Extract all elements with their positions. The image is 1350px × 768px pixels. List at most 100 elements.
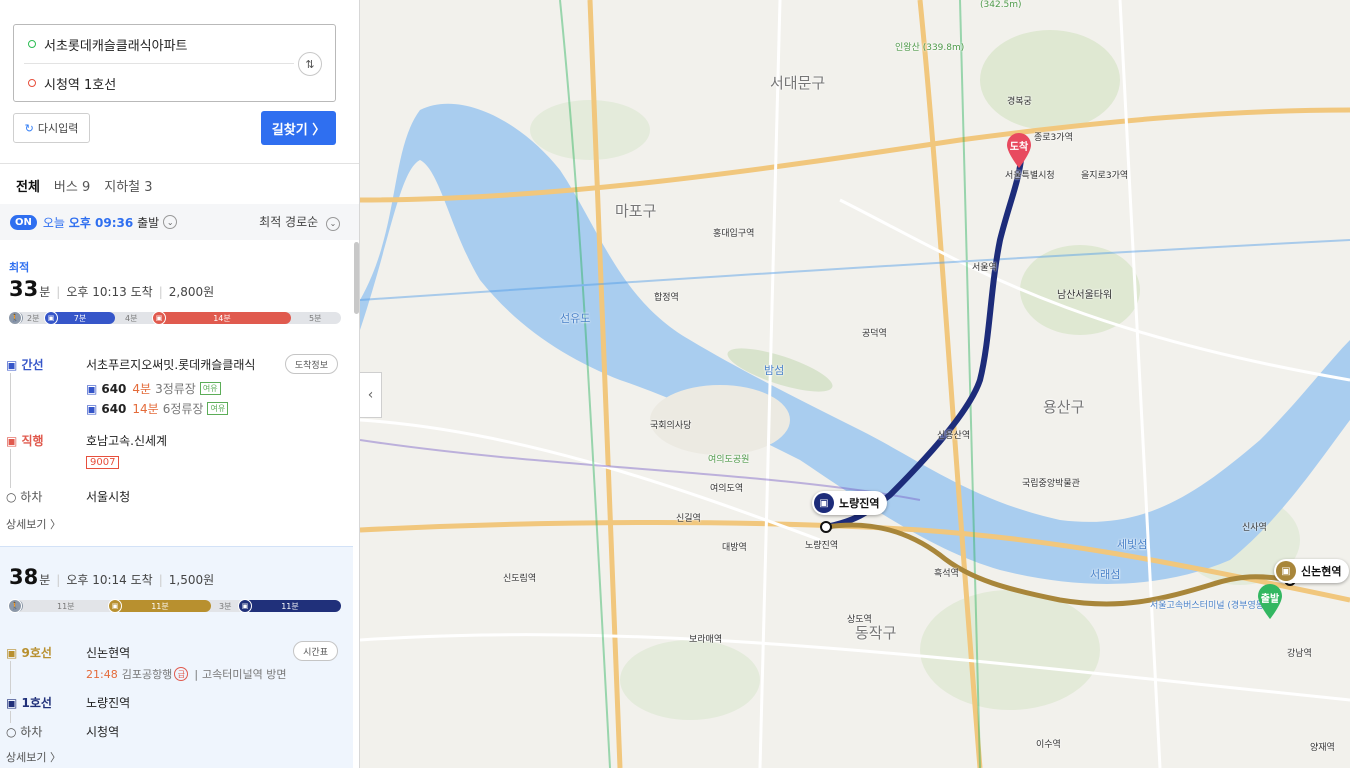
step-kind: ○ 하차 — [6, 723, 43, 740]
map-view[interactable]: 마포구 용산구 동작구 서대문구 남산서울타워 서울역 서울특별시청 홍대입구역… — [360, 0, 1350, 768]
walk-icon: 🚶 — [8, 311, 23, 325]
station-label: 상도역 — [847, 615, 872, 625]
reset-button[interactable]: ↻ 다시입력 — [13, 113, 90, 143]
collapse-panel-button[interactable]: ‹ — [360, 372, 382, 418]
start-marker[interactable]: 출발 — [1256, 584, 1284, 620]
step-kind: ▣ 간선 — [6, 356, 44, 373]
transit-tabs: 전체 버스 9 지하철 3 — [16, 176, 153, 195]
landmark-label: 선유도 — [560, 312, 591, 325]
station-label: 합정역 — [654, 293, 679, 303]
refresh-icon: ↻ — [24, 121, 34, 135]
map-canvas — [360, 0, 1350, 768]
station-label: 신도림역 — [503, 574, 537, 584]
segment-bar: 🚶 11분 ▣ 11분 3분 ▣ 11분 — [8, 599, 341, 613]
route-panel: 서초롯데캐슬클래식아파트 시청역 1호선 ⇅ ↻ 다시입력 길찾기 〉 전체 버… — [0, 0, 360, 768]
route-card-1[interactable]: 최적 33 분 | 오후 10:13 도착 | 2,800원 🚶 2분 ▣ 7분… — [0, 242, 353, 546]
bus-segment: ▣ 14분 — [152, 311, 291, 325]
tab-subway[interactable]: 지하철 3 — [104, 176, 152, 195]
landmark-label: 국립중앙박물관 — [1022, 479, 1080, 489]
search-route-button[interactable]: 길찾기 〉 — [261, 111, 336, 145]
station-label: 보라매역 — [689, 635, 723, 645]
stop-name: 서울시청 — [86, 490, 131, 504]
district-label: 동작구 — [855, 624, 897, 642]
destination-marker[interactable]: 도착 — [1005, 133, 1033, 169]
landmark-label: (342.5m) — [980, 0, 1022, 10]
landmark-label: 남산서울타워 — [1057, 290, 1113, 301]
station-label: 신사역 — [1242, 523, 1267, 533]
step-kind: ▣ 직행 — [6, 432, 44, 449]
detail-link[interactable]: 상세보기 〉 — [6, 749, 61, 765]
sort-select[interactable]: 최적 경로순 ⌄ — [259, 213, 340, 231]
station-label: 홍대입구역 — [713, 229, 755, 239]
station-label: 신용산역 — [937, 431, 971, 441]
landmark-label: 국회의사당 — [650, 421, 692, 431]
route-line — [10, 370, 11, 490]
bus-number-tag: 9007 — [86, 456, 120, 469]
route-summary: 33 분 | 오후 10:13 도착 | 2,800원 — [9, 277, 215, 301]
stop-name: 신논현역 — [86, 646, 131, 660]
landmark-label: 경복궁 — [1007, 97, 1032, 107]
tab-all[interactable]: 전체 — [16, 176, 40, 195]
segment-bar: 🚶 2분 ▣ 7분 4분 ▣ 14분 5분 — [8, 311, 341, 325]
station-label: 노량진역 — [805, 541, 839, 551]
step-kind: ○ 하차 — [6, 488, 43, 505]
landmark-label: 서래섬 — [1090, 568, 1121, 581]
best-badge: 최적 — [9, 261, 30, 274]
chevron-down-icon[interactable]: ⌄ — [163, 215, 178, 229]
station-label: 신길역 — [676, 514, 701, 524]
station-label: 양재역 — [1310, 743, 1335, 753]
train-eta-row: 21:48 김포공항행 급 | 고속터미널역 방면 — [86, 667, 287, 681]
timetable-button[interactable]: 시간표 — [293, 641, 338, 661]
station-label: 서울역 — [972, 263, 997, 273]
stop-name: 서초푸르지오써밋.롯데캐슬클래식 — [86, 358, 256, 372]
subway-icon: ▣ — [814, 493, 834, 513]
station-label: 이수역 — [1036, 740, 1061, 750]
end-field[interactable]: 시청역 1호선 — [14, 64, 294, 102]
landmark-label: 여의도공원 — [708, 455, 750, 465]
departure-time[interactable]: 오늘 오후 09:36 출발 — [43, 214, 159, 231]
bus-segment: ▣ 7분 — [44, 311, 115, 325]
divider — [0, 163, 359, 164]
walk-icon: 🚶 — [8, 599, 23, 613]
detail-link[interactable]: 상세보기 〉 — [6, 516, 61, 532]
station-label: 여의도역 — [710, 484, 744, 494]
start-text: 서초롯데캐슬클래식아파트 — [44, 38, 188, 54]
bus-eta-row: ▣ 640 4분 3정류장 여유 — [86, 380, 221, 397]
landmark-label: 밤섬 — [764, 364, 785, 377]
subway-icon: ▣ — [108, 599, 122, 613]
district-label: 용산구 — [1043, 398, 1085, 416]
reset-label: 다시입력 — [37, 122, 79, 135]
station-label: 종로3가역 — [1034, 133, 1073, 143]
subway-segment: ▣ 11분 — [108, 599, 211, 613]
bus-icon: ▣ — [44, 311, 58, 325]
chevron-down-icon: ⌄ — [326, 216, 340, 231]
departure-bar: ON 오늘 오후 09:36 출발 ⌄ 최적 경로순 ⌄ — [0, 204, 359, 240]
route-card-2[interactable]: 38 분 | 오후 10:14 도착 | 1,500원 🚶 11분 ▣ 11분 … — [0, 546, 353, 768]
landmark-label: 세빛섬 — [1117, 538, 1148, 551]
tab-bus[interactable]: 버스 9 — [54, 176, 90, 195]
bus-icon: ▣ — [86, 381, 98, 396]
start-field[interactable]: 서초롯데캐슬클래식아파트 — [14, 25, 294, 63]
district-label: 서대문구 — [770, 74, 826, 92]
district-label: 마포구 — [615, 202, 657, 220]
subway-icon: ▣ — [1276, 561, 1296, 581]
landmark-label: 서울특별시청 — [1005, 171, 1055, 181]
sinnonhyeon-station-pin[interactable]: ▣ 신논현역 — [1274, 559, 1350, 583]
stop-name: 호남고속.신세계 — [86, 434, 168, 448]
station-label: 흑석역 — [934, 569, 959, 579]
arrival-info-button[interactable]: 도착정보 — [284, 354, 338, 374]
start-dot-icon — [28, 40, 36, 48]
station-label: 강남역 — [1287, 649, 1312, 659]
station-label: 을지로3가역 — [1081, 171, 1129, 181]
noryangjin-station-pin[interactable]: ▣ 노량진역 — [812, 491, 888, 515]
stop-name: 시청역 — [86, 725, 120, 739]
bus-icon: ▣ — [86, 401, 98, 416]
bus-eta-row: ▣ 640 14분 6정류장 여유 — [86, 400, 229, 417]
subway-segment: ▣ 11분 — [238, 599, 341, 613]
scrollbar[interactable] — [354, 242, 359, 314]
route-summary: 38 분 | 오후 10:14 도착 | 1,500원 — [9, 565, 215, 589]
step-kind: ▣ 1호선 — [6, 694, 52, 711]
departure-toggle[interactable]: ON — [10, 214, 37, 230]
station-label: 공덕역 — [862, 329, 887, 339]
swap-icon[interactable]: ⇅ — [298, 52, 322, 76]
